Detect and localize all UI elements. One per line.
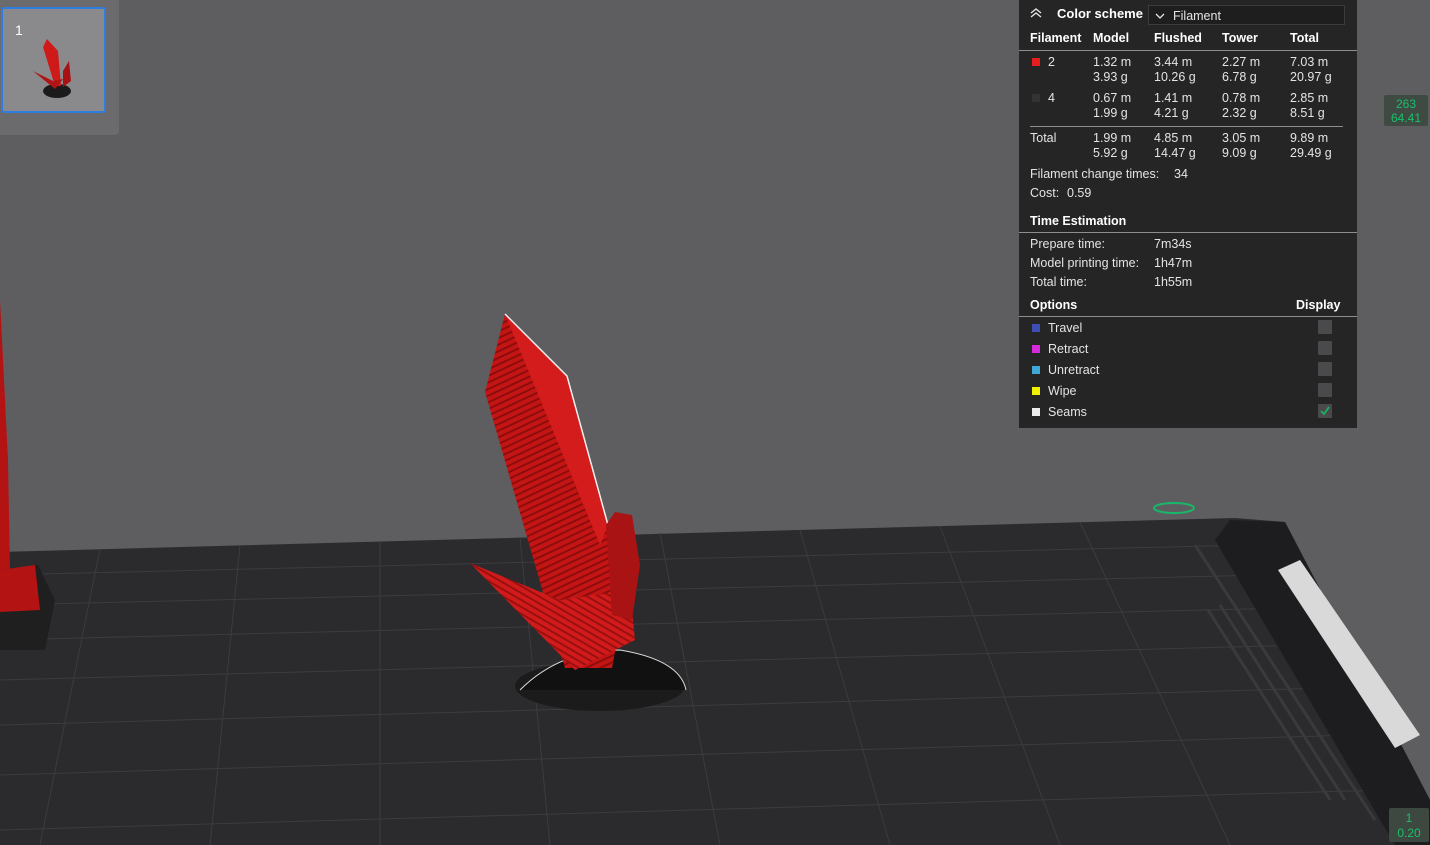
travel-color-swatch [1032, 324, 1040, 332]
divider [1019, 316, 1357, 317]
seams-color-swatch [1032, 408, 1040, 416]
top-layer-height: 64.41 [1390, 111, 1422, 125]
color-scheme-row: Color scheme Filament [1019, 0, 1357, 30]
model-weight: 3.93 g [1093, 70, 1128, 84]
divider [1030, 126, 1343, 127]
bottom-layer-number: 1 [1405, 811, 1413, 825]
option-label: Retract [1048, 342, 1089, 356]
model-length: 1.99 m [1093, 131, 1132, 145]
layer-slider-bottom-handle[interactable]: 1 0.20 [1389, 808, 1429, 842]
total-length: 9.89 m [1290, 131, 1329, 145]
total-weight: 29.49 g [1290, 146, 1332, 160]
flushed-weight: 10.26 g [1154, 70, 1196, 84]
header-total: Total [1290, 31, 1319, 45]
retract-color-swatch [1032, 345, 1040, 353]
total-label: Total [1030, 131, 1057, 145]
total-time-label: Total time: [1030, 275, 1087, 289]
seams-display-checkbox[interactable] [1318, 404, 1332, 418]
model-length: 0.67 m [1093, 91, 1132, 105]
display-column-label: Display [1296, 298, 1341, 312]
option-label: Seams [1048, 405, 1087, 419]
model-printing-time-label: Model printing time: [1030, 256, 1140, 270]
filament-id: 2 [1048, 55, 1055, 69]
option-label: Unretract [1048, 363, 1100, 377]
flushed-weight: 4.21 g [1154, 106, 1189, 120]
cost-value: 0.59 [1067, 186, 1092, 200]
flushed-weight: 14.47 g [1154, 146, 1196, 160]
color-scheme-label: Color scheme [1057, 6, 1143, 21]
build-plate [0, 502, 1430, 845]
total-length: 2.85 m [1290, 91, 1329, 105]
color-scheme-dropdown[interactable]: Filament [1148, 5, 1345, 25]
tower-length: 2.27 m [1222, 55, 1261, 69]
header-flushed: Flushed [1154, 31, 1202, 45]
filament-change-value: 34 [1174, 167, 1188, 181]
filament-color-swatch [1032, 58, 1040, 66]
bottom-layer-height: 0.20 [1397, 826, 1421, 840]
model-printing-time-value: 1h47m [1154, 256, 1193, 270]
wipe-color-swatch [1032, 387, 1040, 395]
gcode-legend-panel: Color scheme Filament Filament Model Flu… [1019, 0, 1357, 428]
checkmark-icon [1320, 406, 1330, 416]
prepare-time-value: 7m34s [1154, 237, 1192, 251]
flushed-length: 4.85 m [1154, 131, 1193, 145]
retract-display-checkbox[interactable] [1318, 341, 1332, 355]
filament-change-label: Filament change times: [1030, 167, 1160, 181]
model-length: 1.32 m [1093, 55, 1132, 69]
total-weight: 20.97 g [1290, 70, 1332, 84]
wipe-display-checkbox[interactable] [1318, 383, 1332, 397]
header-filament: Filament [1030, 31, 1082, 45]
plate-model-preview-icon [33, 39, 71, 98]
unretract-display-checkbox[interactable] [1318, 362, 1332, 376]
time-estimation-title: Time Estimation [1030, 214, 1127, 228]
top-layer-number: 263 [1395, 97, 1417, 111]
color-scheme-value: Filament [1173, 9, 1221, 23]
header-tower: Tower [1222, 31, 1258, 45]
tower-weight: 6.78 g [1222, 70, 1257, 84]
flushed-length: 3.44 m [1154, 55, 1193, 69]
prepare-time-label: Prepare time: [1030, 237, 1106, 251]
tower-length: 0.78 m [1222, 91, 1261, 105]
model-weight: 1.99 g [1093, 106, 1128, 120]
divider [1019, 50, 1357, 51]
divider [1019, 232, 1357, 233]
cost-label: Cost: [1030, 186, 1060, 200]
plate-number: 1 [15, 22, 23, 38]
collapse-icon[interactable] [1029, 6, 1043, 20]
chevron-down-icon [1155, 13, 1165, 19]
unretract-color-swatch [1032, 366, 1040, 374]
left-partial-model[interactable] [0, 300, 55, 650]
layer-slider-top-handle[interactable]: 263 64.41 [1384, 95, 1428, 126]
travel-display-checkbox[interactable] [1318, 320, 1332, 334]
flushed-length: 1.41 m [1154, 91, 1193, 105]
tower-weight: 2.32 g [1222, 106, 1257, 120]
tower-weight: 9.09 g [1222, 146, 1257, 160]
header-model: Model [1093, 31, 1130, 45]
total-weight: 8.51 g [1290, 106, 1325, 120]
total-time-value: 1h55m [1154, 275, 1193, 289]
plate-thumbnail[interactable]: 1 [1, 7, 106, 113]
filament-color-swatch [1032, 94, 1040, 102]
model-weight: 5.92 g [1093, 146, 1128, 160]
options-title: Options [1030, 298, 1078, 312]
option-label: Wipe [1048, 384, 1077, 398]
option-label: Travel [1048, 321, 1083, 335]
plate-list: 1 [0, 0, 119, 135]
total-length: 7.03 m [1290, 55, 1329, 69]
tower-length: 3.05 m [1222, 131, 1261, 145]
filament-id: 4 [1048, 91, 1055, 105]
